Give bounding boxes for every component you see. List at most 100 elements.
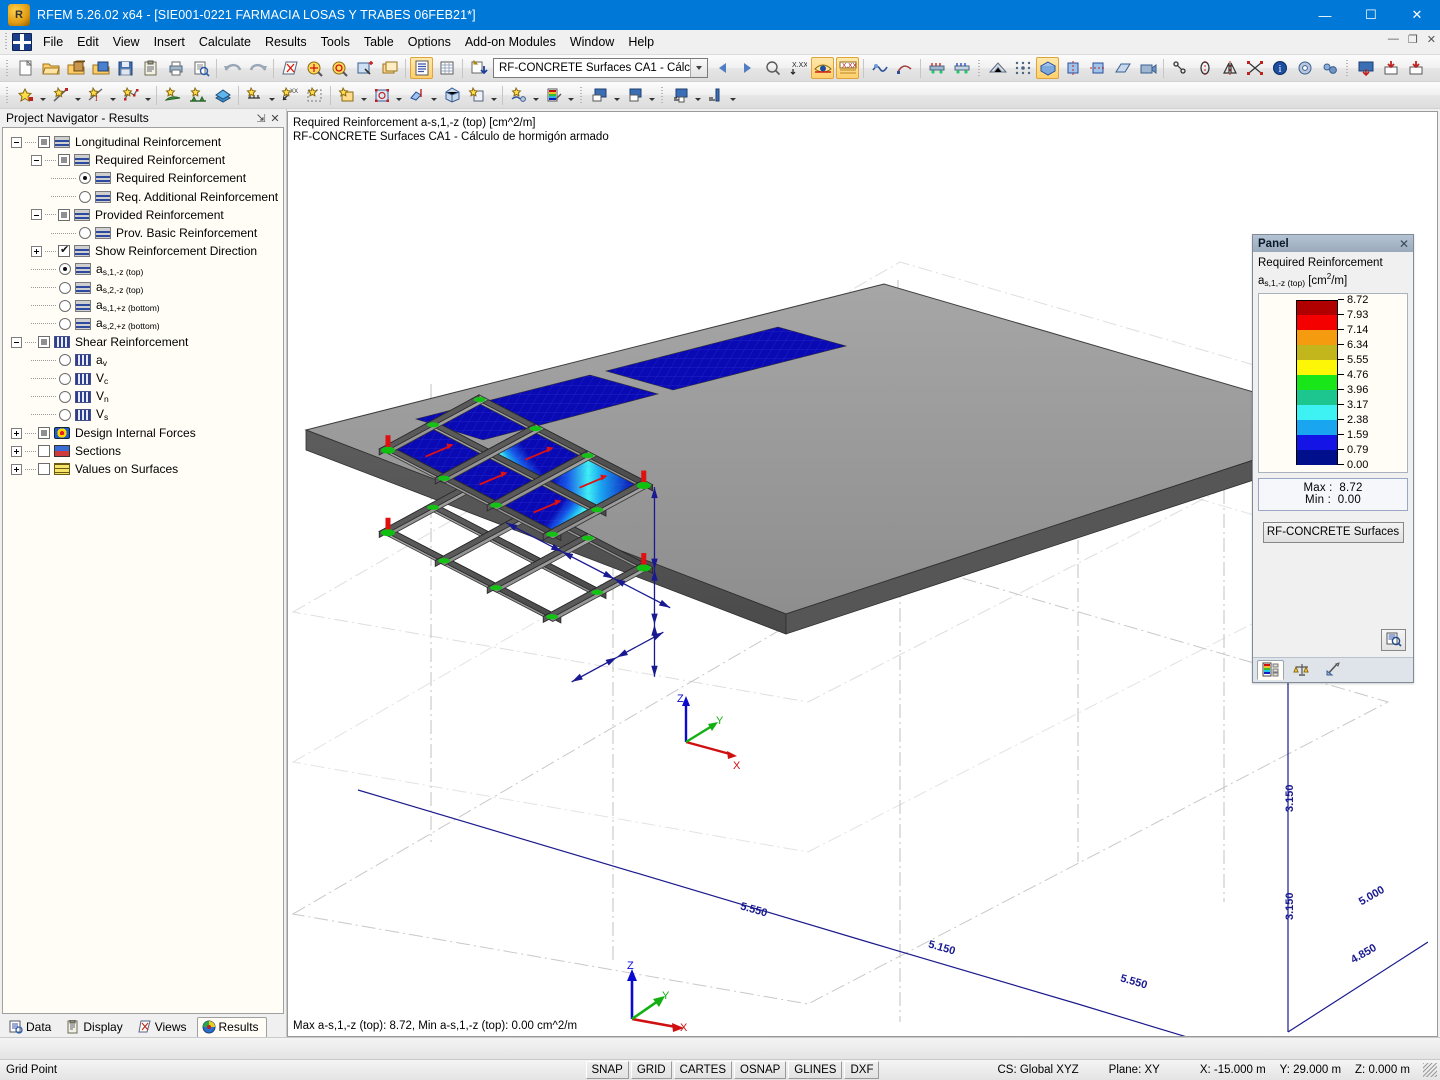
scale-icon[interactable] <box>1243 57 1266 79</box>
checkbox-checked-icon[interactable] <box>58 245 70 257</box>
mesh-points-icon[interactable] <box>1011 57 1034 79</box>
tab-data[interactable]: Data <box>4 1017 59 1037</box>
model-viewport[interactable]: Required Reinforcement a-s,1,-z (top) [c… <box>287 111 1438 1037</box>
tree-item[interactable]: Required Reinforcement <box>3 151 283 169</box>
view-window2-dropdown[interactable] <box>647 84 657 106</box>
tree-item[interactable]: Sections <box>3 442 283 460</box>
tree-item[interactable]: Vc <box>3 369 283 387</box>
collapse-icon[interactable] <box>11 137 22 148</box>
minimize-button[interactable]: — <box>1302 0 1348 30</box>
expand-icon[interactable] <box>11 446 22 457</box>
select-special-icon[interactable] <box>278 57 301 79</box>
tab-display[interactable]: Display <box>61 1017 130 1037</box>
new-opening-icon[interactable] <box>335 84 358 106</box>
info-icon[interactable]: i <box>1268 57 1291 79</box>
render-settings-icon[interactable] <box>507 84 530 106</box>
menu-table[interactable]: Table <box>357 32 401 52</box>
menu-help[interactable]: Help <box>621 32 661 52</box>
checkbox-partial-icon[interactable] <box>38 136 50 148</box>
render-mode-icon[interactable] <box>868 57 891 79</box>
tree-item[interactable]: Values on Surfaces <box>3 460 283 478</box>
section-window-dropdown[interactable] <box>693 84 703 106</box>
copy-object-icon[interactable] <box>465 84 488 106</box>
new-support-icon[interactable] <box>186 84 209 106</box>
results-tree[interactable]: Longitudinal ReinforcementRequired Reinf… <box>2 127 284 1014</box>
menu-calculate[interactable]: Calculate <box>192 32 258 52</box>
radio-unselected-icon[interactable] <box>59 354 71 366</box>
new-polyline-dropdown[interactable] <box>143 84 153 106</box>
view-xz-icon[interactable] <box>1086 57 1109 79</box>
radio-unselected-icon[interactable] <box>59 409 71 421</box>
export-pdf-icon[interactable] <box>1404 57 1427 79</box>
tables-icon[interactable] <box>410 57 433 79</box>
options-icon[interactable] <box>1318 57 1341 79</box>
collapse-icon[interactable] <box>11 337 22 348</box>
radio-unselected-icon[interactable] <box>79 191 91 203</box>
menu-addon-modules[interactable]: Add-on Modules <box>458 32 563 52</box>
print-preview-icon[interactable] <box>189 57 212 79</box>
color-scale-dropdown[interactable] <box>566 84 576 106</box>
chevron-down-icon[interactable] <box>690 59 707 77</box>
toggle-grid[interactable]: GRID <box>631 1061 672 1079</box>
tree-item[interactable]: as,2,+z (bottom) <box>3 315 283 333</box>
open-file-icon[interactable] <box>39 57 62 79</box>
new-grid-dropdown[interactable] <box>394 84 404 106</box>
checkbox-unchecked-icon[interactable] <box>38 463 50 475</box>
panel-close-icon[interactable]: ✕ <box>1399 237 1409 251</box>
radio-unselected-icon[interactable] <box>79 227 91 239</box>
section-list-dropdown[interactable] <box>728 84 738 106</box>
radio-unselected-icon[interactable] <box>59 318 71 330</box>
value-display-icon[interactable]: X.XX <box>786 57 809 79</box>
menu-window[interactable]: Window <box>563 32 621 52</box>
new-load-dropdown[interactable] <box>267 84 277 106</box>
tree-item[interactable]: Vs <box>3 406 283 424</box>
toggle-osnap[interactable]: OSNAP <box>734 1061 786 1079</box>
zoom-window-icon[interactable] <box>303 57 326 79</box>
maximize-button[interactable]: ☐ <box>1348 0 1394 30</box>
new-line-dropdown[interactable] <box>73 84 83 106</box>
table-grid-icon[interactable] <box>435 57 458 79</box>
radio-selected-icon[interactable] <box>59 263 71 275</box>
color-scale-icon[interactable] <box>542 84 565 106</box>
pin-icon[interactable]: ⇲ <box>254 112 268 125</box>
tree-item[interactable]: as,1,-z (top) <box>3 260 283 278</box>
rf-concrete-surfaces-button[interactable]: RF-CONCRETE Surfaces <box>1263 522 1404 543</box>
tree-item[interactable]: Vn <box>3 388 283 406</box>
tree-item[interactable]: as,1,+z (bottom) <box>3 297 283 315</box>
tree-item[interactable]: Shear Reinforcement <box>3 333 283 351</box>
new-opening-dropdown[interactable] <box>359 84 369 106</box>
color-scale-box[interactable]: 8.727.937.146.345.554.763.963.172.381.59… <box>1258 293 1408 473</box>
radio-unselected-icon[interactable] <box>59 300 71 312</box>
import-dxf-icon[interactable] <box>1354 57 1377 79</box>
view-window1-icon[interactable] <box>588 84 611 106</box>
new-grid-icon[interactable] <box>370 84 393 106</box>
mesh-icon[interactable] <box>986 57 1009 79</box>
new-surface-icon[interactable] <box>161 84 184 106</box>
loads-display2-icon[interactable] <box>950 57 973 79</box>
new-dimension-icon[interactable]: I <box>84 84 107 106</box>
toggle-dxf[interactable]: DXF <box>844 1061 879 1079</box>
close-button[interactable]: ✕ <box>1394 0 1440 30</box>
show-results-icon[interactable] <box>811 57 834 79</box>
deformation-icon[interactable] <box>893 57 916 79</box>
section-list-icon[interactable] <box>704 84 727 106</box>
mdi-minimize-button[interactable]: — <box>1388 33 1399 46</box>
new-node-icon[interactable] <box>14 84 37 106</box>
copy-object-dropdown[interactable] <box>489 84 499 106</box>
loads-display-icon[interactable] <box>925 57 948 79</box>
menu-options[interactable]: Options <box>401 32 458 52</box>
panel-tab-factors[interactable] <box>1288 660 1315 680</box>
menu-insert[interactable]: Insert <box>147 32 192 52</box>
navigator-close-icon[interactable]: ✕ <box>268 112 282 125</box>
collapse-icon[interactable] <box>31 209 42 220</box>
new-file-icon[interactable] <box>14 57 37 79</box>
toolbar-grip-2[interactable] <box>977 58 982 78</box>
resize-grip[interactable] <box>1423 1063 1437 1077</box>
tree-item[interactable]: Prov. Basic Reinforcement <box>3 224 283 242</box>
tree-item[interactable]: Design Internal Forces <box>3 424 283 442</box>
view-perspective-icon[interactable] <box>1111 57 1134 79</box>
tab-results[interactable]: Results <box>197 1017 267 1037</box>
export-icon[interactable] <box>467 57 490 79</box>
expand-icon[interactable] <box>11 464 22 475</box>
extrude-icon[interactable] <box>405 84 428 106</box>
